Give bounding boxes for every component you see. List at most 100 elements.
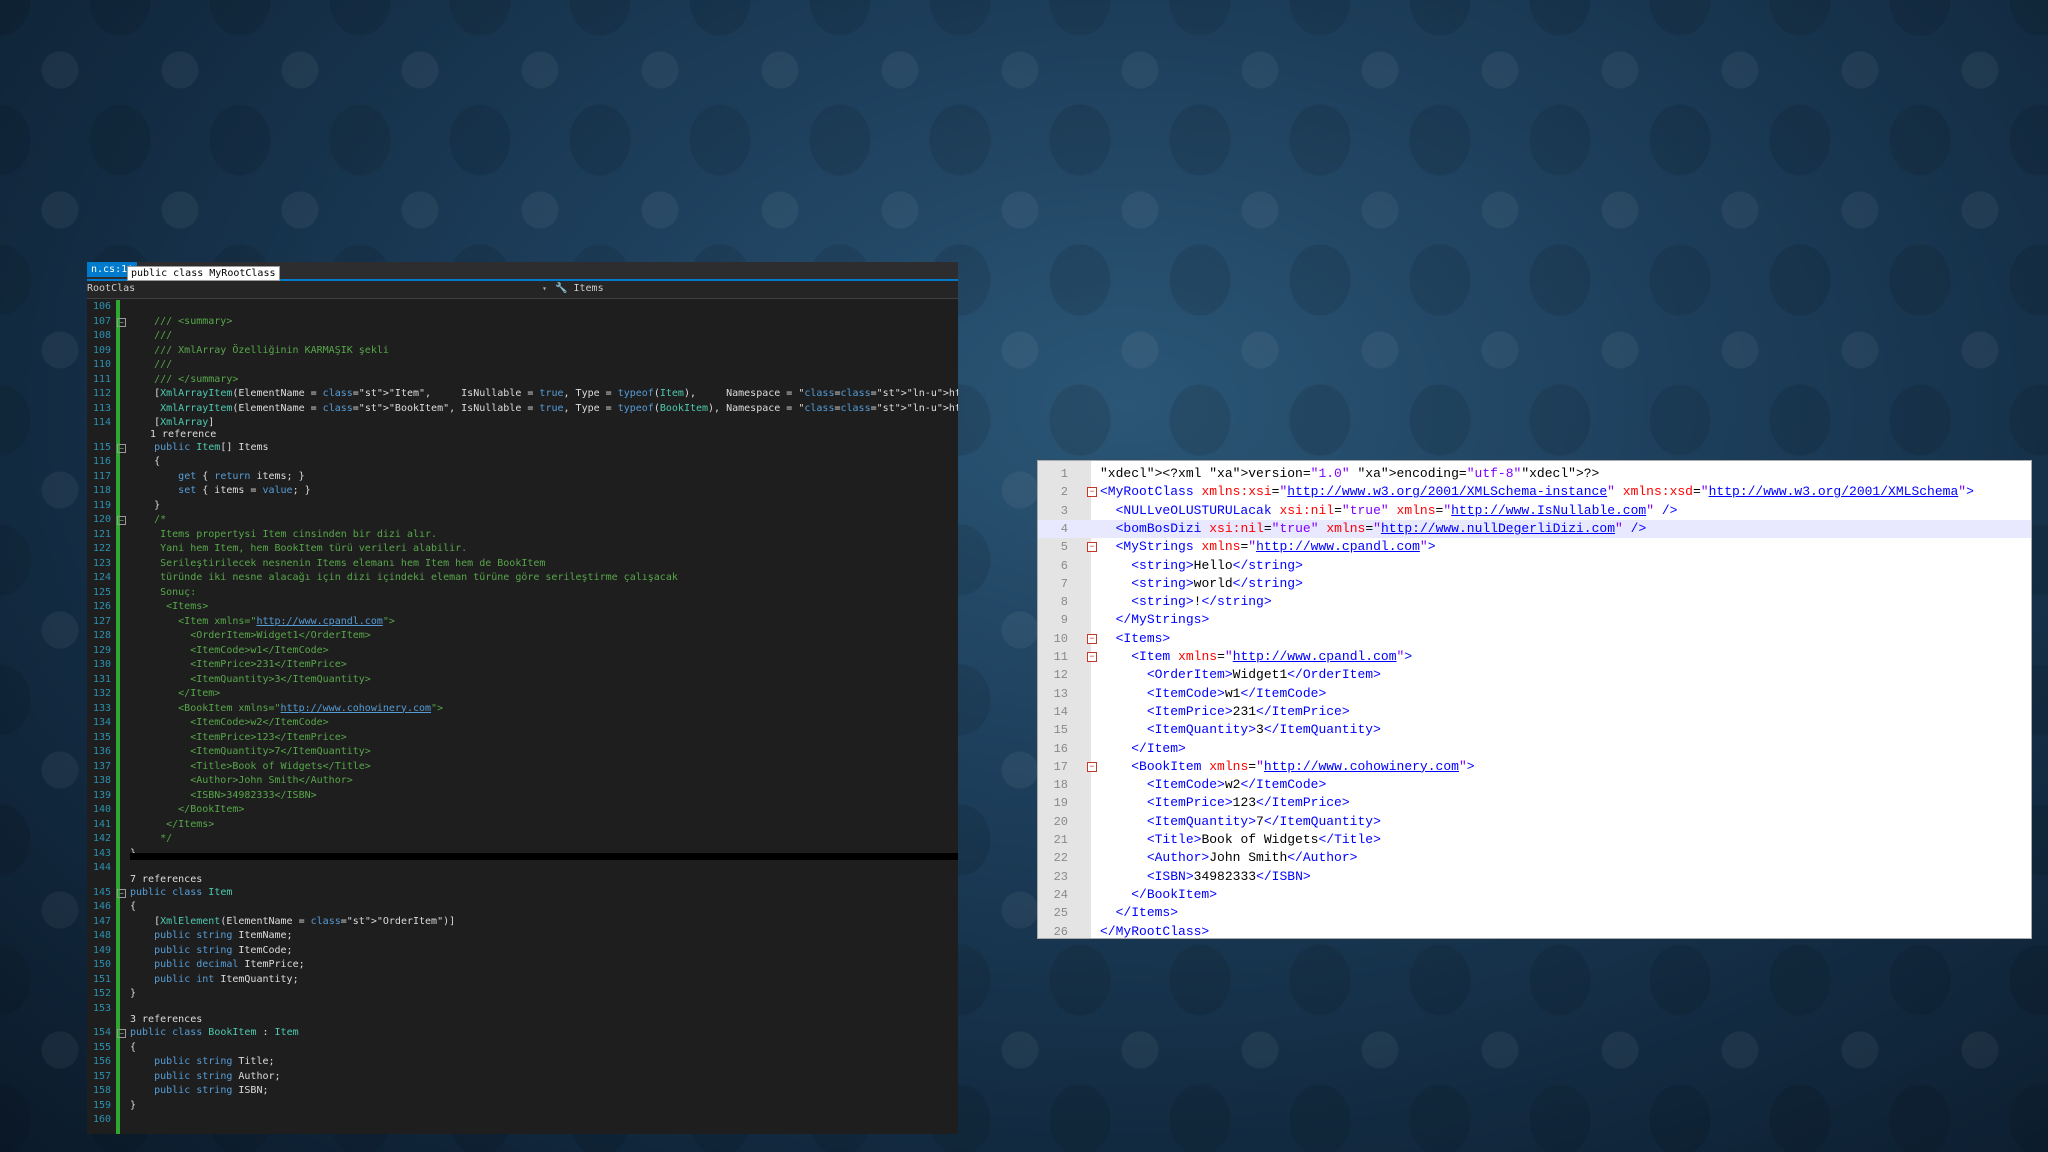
member-dropdown[interactable]: 🔧 Items — [555, 283, 604, 295]
xml-line-number: 18 — [1053, 778, 1068, 793]
line-number: 113 — [92, 402, 111, 414]
line-number: 110 — [92, 359, 111, 370]
xml-line: 2 − <MyRootClass xmlns:xsi="http://www.w3.… — [1038, 483, 2031, 501]
line-number: 107 — [92, 315, 111, 327]
line-number: 154 — [92, 1027, 111, 1038]
collapse-toggle-icon[interactable]: − — [1087, 761, 1097, 772]
xml-line-text: <ItemPrice>231</ItemPrice> — [1146, 703, 1350, 719]
xml-line-number: 2 — [1060, 485, 1068, 500]
xml-line: 13 <ItemCode>w1</ItemCode> — [1038, 685, 2031, 703]
line-number: 128 — [92, 630, 111, 641]
code-editor-window: n.cs:1* public class MyRootClass RootCla… — [87, 262, 958, 1134]
xml-line: 25 </Items> — [1038, 904, 2031, 922]
code-line: public string ItemName; — [154, 930, 293, 941]
collapse-toggle-icon[interactable]: − — [117, 888, 126, 898]
line-number: 118 — [92, 485, 111, 496]
code-line: public string Title; — [154, 1056, 275, 1067]
code-line: [XmlArrayItem(ElementName = class="st">"… — [130, 388, 958, 399]
collapse-toggle-icon[interactable]: − — [117, 443, 126, 453]
code-line: /* — [130, 514, 167, 525]
collapse-toggle-icon[interactable]: − — [117, 516, 126, 525]
navigation-bar: RootClas ▾ 🔧 Items — [87, 281, 958, 299]
xml-line: 4 <bomBosDizi xsi:nil="true" xmlns="http… — [1038, 519, 2031, 539]
line-number: 151 — [92, 973, 111, 985]
line-number: 140 — [92, 804, 111, 815]
collapse-toggle-icon[interactable]: − — [1087, 652, 1097, 662]
code-line: public class Item — [130, 886, 233, 898]
xml-line-text: </MyRootClass> — [1100, 923, 1210, 939]
xml-line-text: <ItemQuantity>3</ItemQuantity> — [1146, 722, 1381, 738]
line-number: 123 — [92, 557, 111, 569]
code-line: public Item[] Items — [154, 441, 269, 453]
xml-line: 3 <NULLveOLUSTURULacak xsi:nil="true" xm… — [1038, 502, 2031, 520]
xml-line-text: <string>!</string> — [1131, 594, 1272, 610]
xml-editor-window: 1 "xdecl"><?xml "xa">version="1.0" "xa">e… — [1037, 460, 2032, 939]
collapse-toggle-icon[interactable]: − — [117, 1029, 126, 1038]
xml-line-text: <OrderItem>Widget1</OrderItem> — [1146, 667, 1381, 683]
xml-line-number: 9 — [1060, 613, 1068, 628]
line-number: 117 — [92, 470, 111, 482]
line-number: 160 — [92, 1114, 111, 1125]
xml-line-number: 13 — [1053, 686, 1068, 701]
code-line: set { items = value; } — [178, 485, 311, 496]
xml-line-number: 24 — [1053, 887, 1068, 902]
line-number: 108 — [92, 330, 111, 341]
collapse-toggle-icon[interactable]: − — [1087, 633, 1097, 644]
code-line: <ItemCode>w2</ItemCode> — [130, 717, 329, 728]
code-line: türünde iki nesne alacağı için dizi için… — [130, 572, 678, 583]
line-number: 119 — [92, 499, 111, 511]
change-tracking-bar — [116, 300, 120, 1134]
code-line: </Item> — [130, 688, 221, 699]
line-number: 153 — [92, 1002, 111, 1014]
xml-line-number: 1 — [1060, 467, 1068, 481]
xml-line-number: 5 — [1060, 540, 1068, 555]
xml-line: 11 − <Item xmlns="http://www.cpandl.com"> — [1038, 648, 2031, 666]
xml-line: 8 <string>!</string> — [1038, 593, 2031, 611]
editor-split-divider[interactable] — [130, 853, 958, 860]
xml-line-number: 7 — [1060, 576, 1068, 591]
line-number: 150 — [92, 959, 111, 970]
xml-line-number: 8 — [1060, 595, 1068, 610]
editor-tab-strip: n.cs:1* public class MyRootClass — [87, 262, 958, 281]
class-dropdown[interactable]: RootClas ▾ — [87, 283, 547, 295]
xml-line: 7 <string>world</string> — [1038, 575, 2031, 593]
xml-line-text: </MyStrings> — [1115, 612, 1210, 628]
code-line: */ — [130, 833, 173, 844]
code-line: { — [130, 901, 137, 912]
code-line: /// — [130, 359, 173, 370]
line-number: 109 — [92, 344, 111, 356]
code-line: } — [130, 1099, 137, 1111]
code-line: <Title>Book of Widgets</Title> — [130, 760, 371, 772]
line-number: 148 — [92, 930, 111, 941]
xml-line: 19 <ItemPrice>123</ItemPrice> — [1038, 794, 2031, 812]
xml-line: 18 <ItemCode>w2</ItemCode> — [1038, 776, 2031, 794]
code-line: public int ItemQuantity; — [154, 973, 299, 985]
code-line: { — [130, 456, 161, 467]
code-line: <Author>John Smith</Author> — [130, 775, 353, 786]
xml-line: 22 <Author>John Smith</Author> — [1038, 849, 2031, 867]
line-number: 106 — [92, 301, 111, 312]
xml-line-number: 12 — [1053, 668, 1068, 683]
collapse-toggle-icon[interactable]: − — [1087, 487, 1097, 498]
class-dropdown-label: RootClas — [87, 283, 136, 294]
xml-line-text: <NULLveOLUSTURULacak xsi:nil="true" xmln… — [1115, 502, 1678, 518]
xml-line-text: <Author>John Smith</Author> — [1146, 850, 1358, 866]
collapse-toggle-icon[interactable]: − — [117, 317, 126, 327]
line-number: 126 — [92, 601, 111, 612]
code-line: <OrderItem>Widget1</OrderItem> — [130, 630, 371, 641]
code-line: { — [130, 1041, 137, 1053]
chevron-down-icon: ▾ — [542, 284, 547, 293]
code-line: <BookItem xmlns="http://www.cohowinery.c… — [130, 702, 444, 714]
line-number: 145 — [92, 886, 111, 898]
xml-line-text: <ItemQuantity>7</ItemQuantity> — [1146, 813, 1381, 829]
collapse-toggle-icon[interactable]: − — [1087, 542, 1097, 553]
xml-line-number: 22 — [1053, 851, 1068, 866]
line-number: 138 — [92, 775, 111, 786]
line-number: 127 — [92, 615, 111, 627]
line-number: 144 — [92, 862, 111, 873]
xml-line: 5 − <MyStrings xmlns="http://www.cpandl.c… — [1038, 538, 2031, 556]
line-number: 156 — [92, 1056, 111, 1067]
xml-line-text: <MyRootClass xmlns:xsi="http://www.w3.or… — [1100, 484, 1974, 500]
xml-line-text: <bomBosDizi xsi:nil="true" xmlns="http:/… — [1115, 520, 1647, 536]
line-number: 137 — [92, 760, 111, 772]
